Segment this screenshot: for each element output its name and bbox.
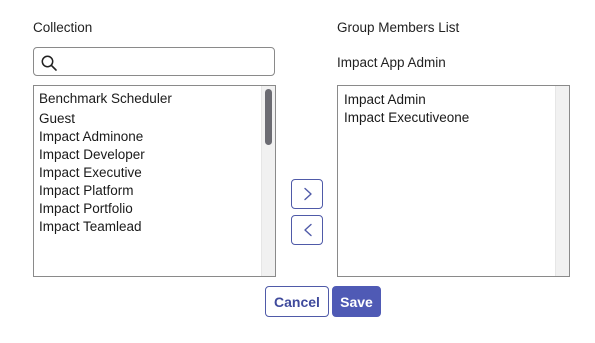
add-member-button[interactable] — [291, 179, 323, 209]
group-members-list[interactable]: Impact Admin Impact Executiveone — [337, 85, 570, 277]
collection-search-box[interactable] — [33, 47, 275, 76]
list-item[interactable]: Impact Developer — [39, 146, 172, 164]
remove-member-button[interactable] — [291, 215, 323, 245]
save-button[interactable]: Save — [332, 286, 381, 317]
cancel-button[interactable]: Cancel — [265, 286, 329, 317]
list-item[interactable]: Impact Portfolio — [39, 200, 172, 218]
list-item[interactable]: Guest — [39, 110, 172, 128]
list-item[interactable]: Impact Executiveone — [344, 109, 469, 127]
collection-list-items: Benchmark Scheduler Guest Impact Adminon… — [39, 90, 172, 236]
search-icon — [40, 54, 58, 72]
collection-label: Collection — [33, 20, 93, 35]
list-item[interactable]: Benchmark Scheduler — [39, 90, 172, 108]
group-members-label: Group Members List — [337, 20, 460, 35]
group-name: Impact App Admin — [337, 55, 446, 70]
collection-scrollbar[interactable] — [261, 86, 275, 276]
chevron-left-icon — [304, 223, 312, 237]
list-item[interactable]: Impact Platform — [39, 182, 172, 200]
group-members-items: Impact Admin Impact Executiveone — [344, 91, 469, 127]
collection-scroll-thumb[interactable] — [265, 89, 272, 145]
collection-search-input[interactable] — [62, 51, 271, 74]
chevron-right-icon — [304, 187, 312, 201]
list-item[interactable]: Impact Admin — [344, 91, 469, 109]
list-item[interactable]: Impact Executive — [39, 164, 172, 182]
list-item[interactable]: Impact Adminone — [39, 128, 172, 146]
list-item[interactable]: Impact Teamlead — [39, 218, 172, 236]
collection-list[interactable]: Benchmark Scheduler Guest Impact Adminon… — [33, 85, 276, 277]
group-members-scrollbar[interactable] — [555, 86, 569, 276]
